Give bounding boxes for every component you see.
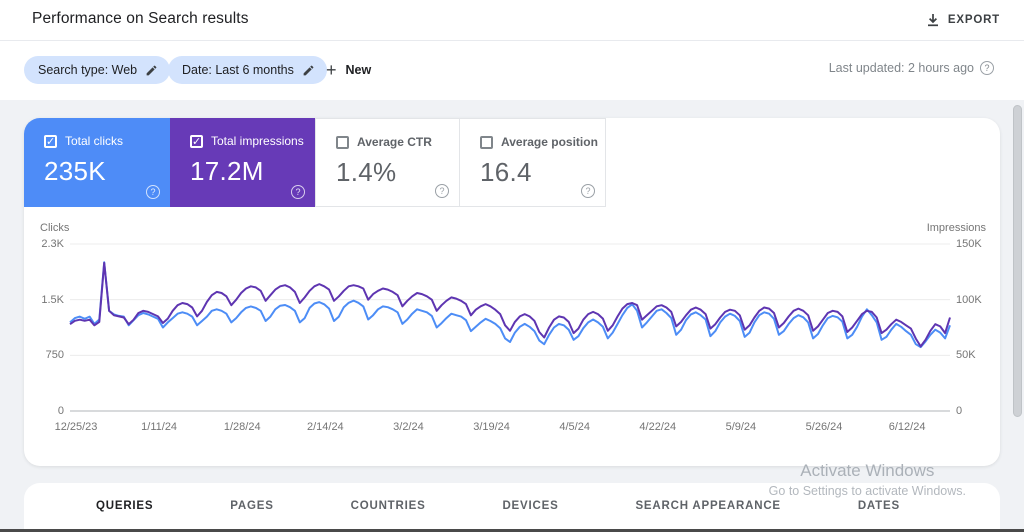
last-updated-text: Last updated: 2 hours ago (828, 61, 974, 75)
left-axis-tick: 2.3K (41, 238, 64, 250)
tab-dates[interactable]: DATES (858, 500, 900, 512)
right-axis-tick: 150K (956, 238, 982, 250)
x-axis-tick: 5/26/24 (805, 421, 843, 433)
right-axis-tick: 0 (956, 405, 963, 417)
performance-card: ✓ Total clicks 235K ? ✓ Total impression… (24, 118, 1000, 466)
date-filter-label: Date: Last 6 months (182, 63, 294, 77)
new-filter-label: New (345, 63, 372, 77)
average-position-checkbox[interactable] (480, 135, 493, 149)
average-position-label: Average position (501, 135, 598, 149)
page-header: Performance on Search results EXPORT (0, 0, 1024, 41)
x-axis-tick: 3/2/24 (393, 421, 424, 433)
x-axis-tick: 4/5/24 (559, 421, 590, 433)
metric-average-position[interactable]: Average position 16.4 ? (460, 118, 606, 207)
left-axis-tick: 0 (57, 405, 64, 417)
x-axis-tick: 5/9/24 (725, 421, 757, 433)
right-axis-tick: 50K (956, 349, 976, 362)
date-filter-chip[interactable]: Date: Last 6 months (168, 56, 327, 84)
dimension-tabs-card: QUERIES PAGES COUNTRIES DEVICES SEARCH A… (24, 483, 1000, 529)
tab-search-appearance[interactable]: SEARCH APPEARANCE (635, 500, 780, 512)
tab-pages[interactable]: PAGES (230, 500, 273, 512)
last-updated-status: Last updated: 2 hours ago ? (829, 61, 994, 75)
search-type-filter-label: Search type: Web (38, 63, 138, 77)
edit-pencil-icon (146, 65, 157, 75)
help-icon[interactable]: ? (435, 184, 449, 198)
plus-icon: + (326, 60, 337, 80)
x-axis-tick: 6/12/24 (888, 421, 926, 433)
metric-total-clicks[interactable]: ✓ Total clicks 235K ? (24, 118, 170, 207)
search-type-filter-chip[interactable]: Search type: Web (24, 56, 171, 84)
download-icon (927, 14, 938, 27)
x-axis-tick: 3/19/24 (473, 421, 510, 433)
total-impressions-checkbox[interactable]: ✓ (190, 134, 203, 148)
export-label: EXPORT (947, 14, 1000, 26)
x-axis-tick: 12/25/23 (54, 421, 98, 433)
tab-queries[interactable]: QUERIES (96, 500, 153, 512)
total-impressions-value: 17.2M (190, 156, 264, 186)
x-axis-tick: 4/22/24 (639, 421, 677, 433)
total-clicks-checkbox[interactable]: ✓ (44, 134, 57, 148)
x-axis-tick: 2/14/24 (306, 421, 344, 433)
page-title: Performance on Search results (32, 10, 249, 27)
metric-total-impressions[interactable]: ✓ Total impressions 17.2M ? (170, 118, 315, 207)
edit-pencil-icon (303, 65, 314, 75)
performance-chart[interactable] (24, 228, 1000, 428)
scrollbar-thumb[interactable] (1013, 105, 1022, 417)
tab-devices[interactable]: DEVICES (502, 500, 558, 512)
total-clicks-label: Total clicks (65, 134, 124, 148)
x-axis-tick: 1/11/24 (141, 421, 178, 433)
search-console-performance-page: Performance on Search results EXPORT Sea… (0, 0, 1024, 532)
help-icon[interactable]: ? (291, 185, 305, 199)
average-ctr-label: Average CTR (357, 135, 432, 149)
total-impressions-label: Total impressions (211, 134, 304, 148)
dimension-tabs: QUERIES PAGES COUNTRIES DEVICES SEARCH A… (24, 483, 1000, 512)
average-ctr-checkbox[interactable] (336, 135, 349, 149)
filter-bar: Search type: Web Date: Last 6 months + N… (0, 41, 1024, 100)
help-icon[interactable]: ? (581, 184, 595, 198)
x-axis-tick: 1/28/24 (223, 421, 261, 433)
help-icon[interactable]: ? (980, 61, 994, 75)
export-button[interactable]: EXPORT (918, 6, 1008, 34)
left-axis-tick: 750 (45, 349, 64, 362)
new-filter-button[interactable]: + New (318, 56, 379, 84)
total-clicks-value: 235K (44, 156, 106, 186)
left-axis-tick: 1.5K (41, 293, 64, 306)
tab-countries[interactable]: COUNTRIES (351, 500, 426, 512)
right-axis-tick: 100K (956, 293, 982, 306)
help-icon[interactable]: ? (146, 185, 160, 199)
metric-average-ctr[interactable]: Average CTR 1.4% ? (315, 118, 460, 207)
